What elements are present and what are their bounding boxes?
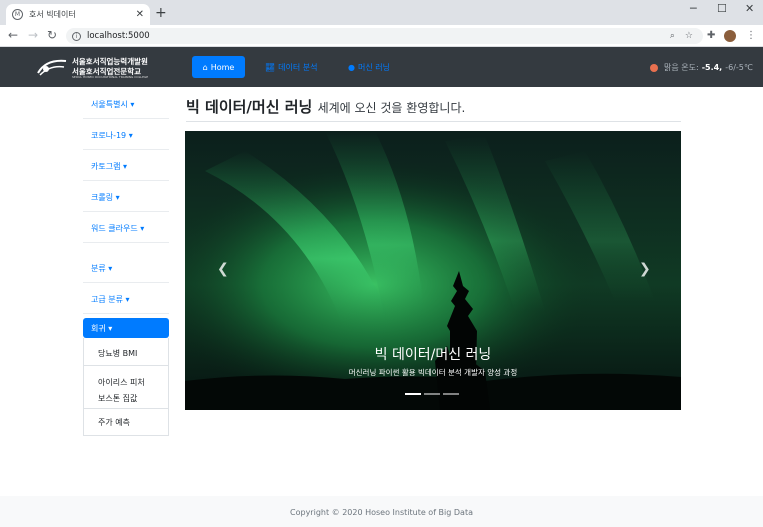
nav-data-analysis[interactable]: 📈︎ 데이터 분석	[265, 62, 318, 73]
sidebar-item-classification[interactable]: 분류 ▾	[83, 252, 169, 283]
zoom-icon[interactable]: ⌕	[670, 31, 675, 41]
page-title-subtitle: 세계에 오신 것을 환영합니다.	[317, 101, 466, 115]
sidebar-item-seoul[interactable]: 서울특별시 ▾	[83, 88, 169, 119]
close-window-icon[interactable]: ✕	[745, 2, 754, 15]
sidebar-item-covid[interactable]: 코로나-19 ▾	[83, 119, 169, 150]
minimize-icon[interactable]: ─	[690, 2, 697, 15]
nav-machine-learning[interactable]: ● 머신 러닝	[348, 62, 390, 73]
favicon-icon: M	[12, 9, 23, 20]
carousel-indicator[interactable]	[405, 393, 421, 395]
new-tab-icon[interactable]: +	[155, 5, 167, 21]
extensions-icon[interactable]: ✚	[707, 30, 715, 41]
home-button[interactable]: ⌂ Home	[192, 56, 245, 78]
home-label: Home	[210, 62, 235, 72]
sidebar-item-advanced-classification[interactable]: 고급 분류 ▾	[83, 283, 169, 314]
tab-title: 호서 빅데이터	[29, 10, 76, 19]
hero-carousel: ❮ ❯ 빅 데이터/머신 러닝 머신러닝 파이썬 활용 빅데이터 분석 개발자 …	[185, 131, 681, 410]
regression-submenu: 당뇨병 BMI 아이리스 피처 보스톤 집값 주가 예측	[83, 338, 169, 436]
divider	[186, 121, 681, 122]
reload-icon[interactable]: ↻	[47, 28, 57, 42]
sidebar-item-crawling[interactable]: 크롤링 ▾	[83, 181, 169, 212]
browser-toolbar: ← → ↻ i localhost:5000 ⌕ ☆ ✚ ⋮	[0, 25, 763, 47]
weather-range: -6/-5℃	[725, 63, 753, 72]
menu-dots-icon[interactable]: ⋮	[746, 30, 756, 41]
weather-widget: 맑음 온도: -5.4, -6/-5℃	[650, 62, 753, 73]
profile-avatar[interactable]	[724, 30, 736, 42]
sidebar-item-wordcloud[interactable]: 워드 클라우드 ▾	[83, 212, 169, 243]
nav-data-analysis-label: 데이터 분석	[278, 63, 318, 72]
browser-tab-bar: M 호서 빅데이터 ✕ + ─ ☐ ✕	[0, 0, 763, 25]
url-text: localhost:5000	[87, 31, 150, 41]
site-logo[interactable]: 서울호서직업능력개발원 서울호서직업전문학교 SEOUL HOSEO OCCUP…	[36, 55, 148, 79]
sidebar-item-cartogram[interactable]: 카토그램 ▾	[83, 150, 169, 181]
nav-machine-learning-label: 머신 러닝	[357, 63, 390, 72]
carousel-indicators	[405, 393, 462, 395]
chart-icon: 📈︎	[265, 63, 276, 72]
weather-sun-icon	[650, 63, 658, 72]
home-icon: ⌂	[202, 62, 208, 72]
carousel-next-icon[interactable]: ❯	[639, 261, 651, 277]
carousel-indicator[interactable]	[443, 393, 459, 395]
carousel-indicator[interactable]	[424, 393, 440, 395]
submenu-item-stock[interactable]: 주가 예측	[84, 409, 168, 435]
address-bar[interactable]: i localhost:5000 ⌕ ☆	[66, 28, 703, 44]
sidebar-item-regression[interactable]: 회귀 ▾	[83, 318, 169, 338]
carousel-caption-text: 머신러닝 파이썬 활용 빅데이터 분석 개발자 양성 과정	[348, 368, 518, 377]
carousel-caption-title: 빅 데이터/머신 러닝	[374, 347, 492, 363]
maximize-icon[interactable]: ☐	[717, 2, 727, 15]
weather-temp: -5.4,	[701, 63, 723, 72]
page-title: 빅 데이터/머신 러닝 세계에 오신 것을 환영합니다.	[186, 96, 465, 117]
bookmark-star-icon[interactable]: ☆	[685, 31, 693, 41]
copyright-text: Copyright © 2020 Hoseo Institute of Big …	[290, 508, 473, 517]
forward-icon[interactable]: →	[28, 28, 38, 42]
footer: Copyright © 2020 Hoseo Institute of Big …	[0, 496, 763, 527]
carousel-prev-icon[interactable]: ❮	[217, 261, 229, 277]
info-icon[interactable]: i	[72, 31, 81, 41]
submenu-item-iris-boston[interactable]: 아이리스 피처 보스톤 집값	[84, 366, 168, 409]
browser-tab[interactable]: M 호서 빅데이터 ✕	[6, 4, 150, 25]
logo-emblem-icon	[37, 59, 67, 76]
page-title-main: 빅 데이터/머신 러닝	[186, 98, 313, 116]
weather-label: 맑음 온도:	[664, 63, 699, 72]
globe-icon: ●	[348, 63, 355, 72]
logo-text-line3: SEOUL HOSEO OCCUPATIONAL TRAINING COLLEG…	[72, 75, 149, 79]
close-tab-icon[interactable]: ✕	[136, 9, 144, 20]
submenu-item-diabetes[interactable]: 당뇨병 BMI	[84, 338, 168, 366]
back-icon[interactable]: ←	[8, 28, 18, 42]
